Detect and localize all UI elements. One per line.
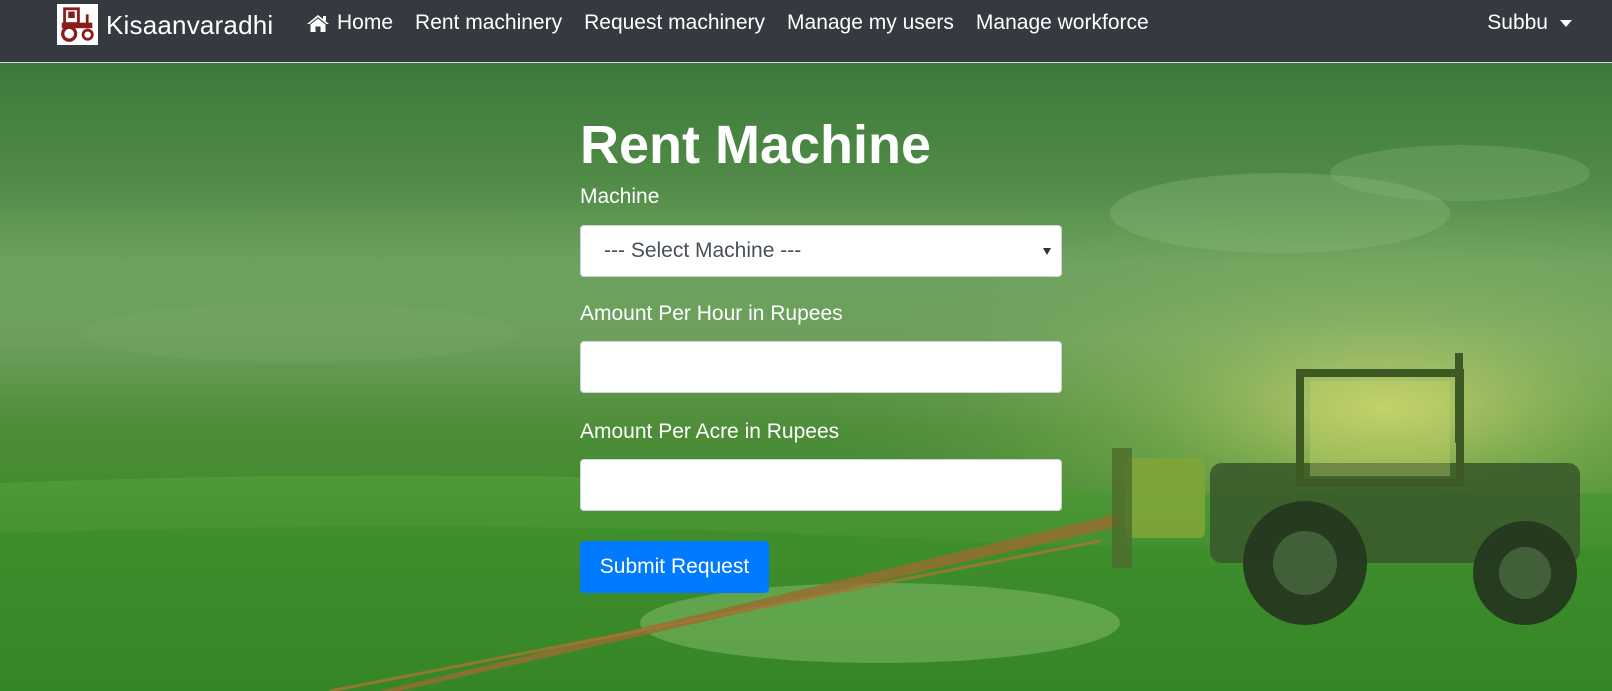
home-icon [306,13,330,33]
dropdown-arrow-icon [1043,248,1051,255]
user-menu-dropdown[interactable]: Subbu [1487,0,1572,46]
nav-manage-workforce[interactable]: Manage workforce [976,11,1149,35]
hour-amount-input[interactable] [580,341,1062,393]
machine-select[interactable]: --- Select Machine --- [580,225,1062,277]
top-navbar: Kisaanvaradhi Home Rent machinery Reques… [0,0,1612,63]
brand-name: Kisaanvaradhi [106,9,274,40]
acre-amount-label: Amount Per Acre in Rupees [580,420,840,443]
user-name: Subbu [1487,11,1548,34]
brand-link[interactable]: Kisaanvaradhi [57,4,273,45]
nav-manage-users[interactable]: Manage my users [787,11,954,35]
machine-select-value: --- Select Machine --- [604,239,802,262]
nav-home-label: Home [337,11,394,34]
nav-home[interactable]: Home [306,11,393,35]
page-title: Rent Machine [580,115,932,175]
machine-label: Machine [580,185,660,208]
main-nav: Home Rent machinery Request machinery Ma… [306,0,1171,46]
submit-request-button[interactable]: Submit Request [580,541,769,593]
acre-amount-input[interactable] [580,459,1062,511]
nav-request-machinery[interactable]: Request machinery [584,11,765,35]
tractor-icon [57,4,98,45]
nav-rent-machinery[interactable]: Rent machinery [415,11,562,35]
chevron-down-icon [1560,19,1572,27]
hour-amount-label: Amount Per Hour in Rupees [580,302,843,325]
